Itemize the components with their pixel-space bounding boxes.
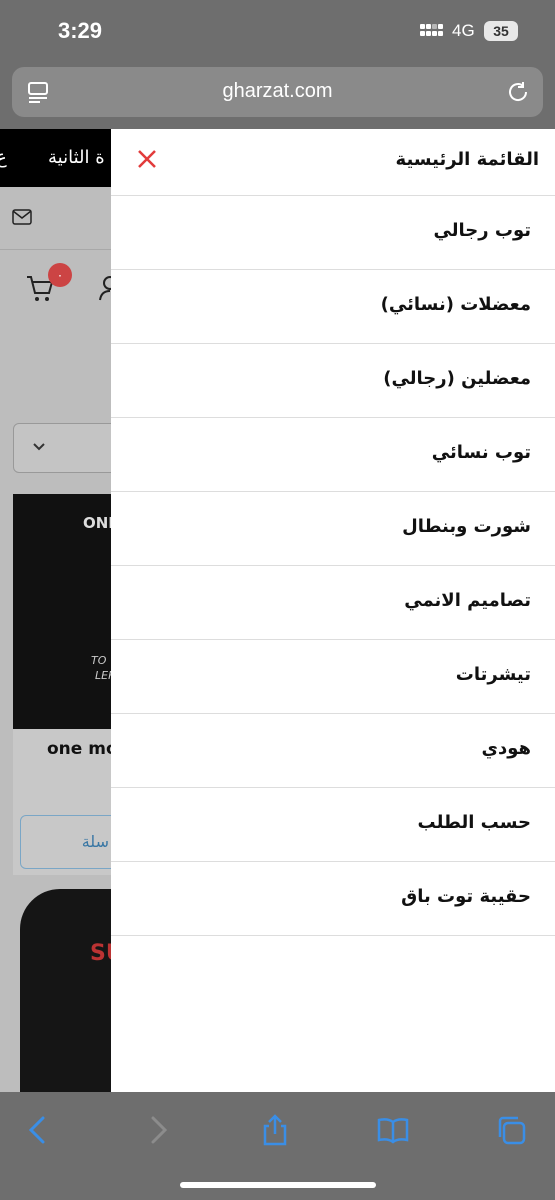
reload-icon[interactable] <box>506 80 530 104</box>
chevron-down-icon <box>33 443 45 451</box>
home-indicator <box>180 1182 376 1188</box>
menu-item[interactable]: حسب الطلب <box>111 788 555 862</box>
menu-item-label: حسب الطلب <box>417 812 531 833</box>
bookmarks-icon[interactable] <box>377 1114 409 1146</box>
menu-item-label: تصاميم الانمي <box>404 590 531 611</box>
cart-badge: ٠ <box>48 263 72 287</box>
phone-screen: 3:29 4G 35 gharzat.com ع ة الثانية ٠ ONE… <box>0 0 555 1200</box>
product-print-text: TO <box>91 654 107 667</box>
menu-item-label: توب نسائي <box>431 442 531 463</box>
menu-item[interactable]: تصاميم الانمي <box>111 566 555 640</box>
menu-item-label: معضلين (رجالي) <box>383 368 531 389</box>
menu-item-label: هودي <box>481 738 532 759</box>
menu-item-label: تيشرتات <box>455 664 531 685</box>
menu-item-label: حقيبة توت باق <box>401 886 531 907</box>
menu-item-label: توب رجالي <box>433 220 531 241</box>
mail-icon <box>12 209 32 225</box>
menu-item[interactable]: هودي <box>111 714 555 788</box>
network-label: 4G <box>452 21 475 40</box>
announcement-text: ة الثانية <box>48 147 105 168</box>
menu-item[interactable]: توب رجالي <box>111 196 555 270</box>
menu-item-label: شورت وبنطال <box>402 516 531 537</box>
drawer-title: القائمة الرئيسية <box>395 149 539 170</box>
browser-toolbar <box>0 1092 555 1200</box>
back-icon[interactable] <box>22 1114 54 1146</box>
status-time: 3:29 <box>58 18 103 43</box>
menu-item[interactable]: معضلات (نسائي) <box>111 270 555 344</box>
battery-icon: 35 <box>484 21 518 41</box>
side-menu-drawer: القائمة الرئيسية توب رجالي معضلات (نسائي… <box>111 129 555 1092</box>
browser-address-area: gharzat.com <box>0 62 555 129</box>
share-icon[interactable] <box>259 1114 291 1146</box>
menu-item[interactable]: حقيبة توت باق <box>111 862 555 936</box>
menu-item[interactable]: معضلين (رجالي) <box>111 344 555 418</box>
close-icon[interactable] <box>135 147 159 171</box>
menu-item-label: معضلات (نسائي) <box>380 294 531 315</box>
tab-switcher-icon[interactable] <box>495 1114 527 1146</box>
drawer-header: القائمة الرئيسية <box>111 129 555 196</box>
forward-icon[interactable] <box>142 1114 174 1146</box>
address-bar[interactable]: gharzat.com <box>12 67 543 117</box>
signal-icon <box>420 24 443 40</box>
announcement-text-left: ع <box>0 147 7 168</box>
menu-item[interactable]: تيشرتات <box>111 640 555 714</box>
status-bar: 3:29 4G 35 <box>0 0 555 62</box>
menu-item[interactable]: توب نسائي <box>111 418 555 492</box>
product-title: one mo <box>47 739 118 759</box>
menu-item[interactable]: شورت وبنطال <box>111 492 555 566</box>
url-text[interactable]: gharzat.com <box>12 80 543 103</box>
